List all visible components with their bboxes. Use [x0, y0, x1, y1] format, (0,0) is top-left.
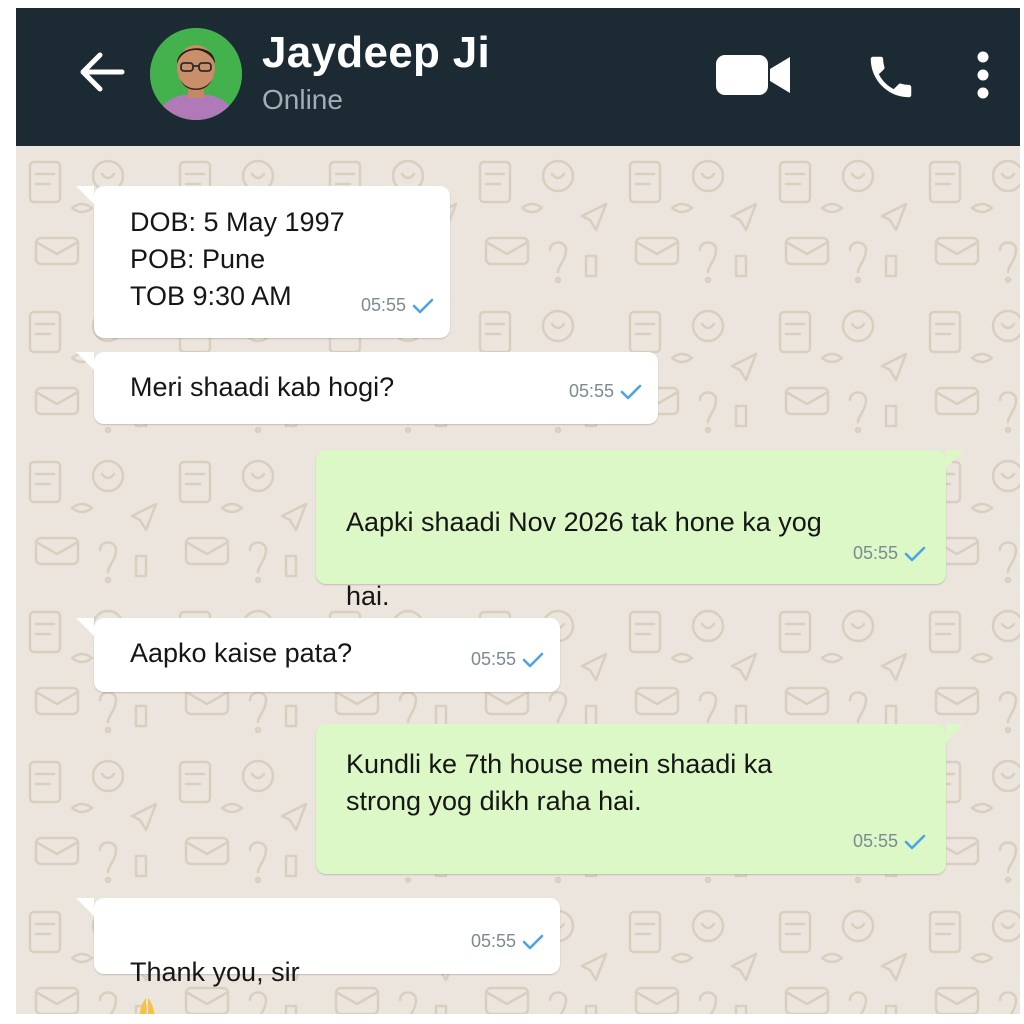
message-meta: 05:55 — [853, 535, 926, 572]
message-time: 05:55 — [470, 931, 516, 951]
single-check-icon — [904, 546, 926, 561]
single-check-icon — [522, 934, 544, 949]
single-check-icon — [904, 834, 926, 849]
avatar-photo — [150, 28, 242, 120]
message-meta: 05:55 — [471, 923, 544, 960]
message-time: 05:55 — [470, 649, 516, 669]
message-line: hai. — [346, 581, 390, 611]
chat-header: Jaydeep Ji Online — [16, 8, 1020, 146]
message-text: Meri shaadi kab hogi? — [130, 372, 395, 402]
back-button[interactable] — [74, 44, 130, 100]
message-time: 05:55 — [852, 543, 898, 563]
message-outgoing[interactable]: Kundli ke 7th house mein shaadi ka stron… — [316, 724, 964, 874]
contact-status: Online — [262, 84, 343, 115]
video-camera-icon — [716, 55, 790, 95]
voice-call-button[interactable] — [864, 50, 918, 104]
message-time: 05:55 — [852, 831, 898, 851]
message-incoming[interactable]: Aapko kaise pata? 05:55 — [76, 618, 560, 692]
single-check-icon — [522, 652, 544, 667]
message-time: 05:55 — [568, 381, 614, 401]
avatar[interactable] — [150, 28, 242, 120]
message-meta: 05:55 — [569, 373, 642, 410]
message-list[interactable]: DOB: 5 May 1997 POB: Pune TOB 9:30 AM 05… — [16, 146, 1020, 1014]
folded-hands-emoji — [139, 997, 155, 1014]
message-text: Aapko kaise pata? — [130, 638, 353, 668]
message-incoming[interactable]: Thank you, sir 05:55 — [76, 898, 560, 1014]
message-incoming[interactable]: Meri shaadi kab hogi? 05:55 — [76, 352, 658, 424]
vertical-dots-icon — [977, 51, 989, 99]
message-incoming[interactable]: DOB: 5 May 1997 POB: Pune TOB 9:30 AM 05… — [76, 186, 450, 338]
message-text: Thank you, sir — [130, 917, 300, 1014]
single-check-icon — [412, 298, 434, 313]
contact-name[interactable]: Jaydeep Ji — [262, 28, 490, 78]
chat-window: Jaydeep Ji Online DOB: 5 May 1997 POB: P… — [16, 8, 1020, 1014]
message-time: 05:55 — [360, 295, 406, 315]
message-meta: 05:55 — [361, 287, 434, 324]
message-text: DOB: 5 May 1997 POB: Pune TOB 9:30 AM — [130, 207, 345, 311]
message-line: Aapki shaadi Nov 2026 tak hone ka yog — [346, 507, 822, 537]
message-meta: 05:55 — [853, 823, 926, 860]
arrow-left-icon — [80, 52, 125, 92]
message-line: Thank you, sir — [130, 957, 300, 987]
message-meta: 05:55 — [471, 641, 544, 678]
single-check-icon — [620, 384, 642, 399]
message-text: Kundli ke 7th house mein shaadi ka stron… — [346, 749, 773, 816]
more-options-button[interactable] — [970, 48, 996, 102]
phone-icon — [870, 56, 912, 98]
message-outgoing[interactable]: Aapki shaadi Nov 2026 tak hone ka yog ha… — [316, 450, 964, 685]
video-call-button[interactable] — [714, 52, 794, 98]
